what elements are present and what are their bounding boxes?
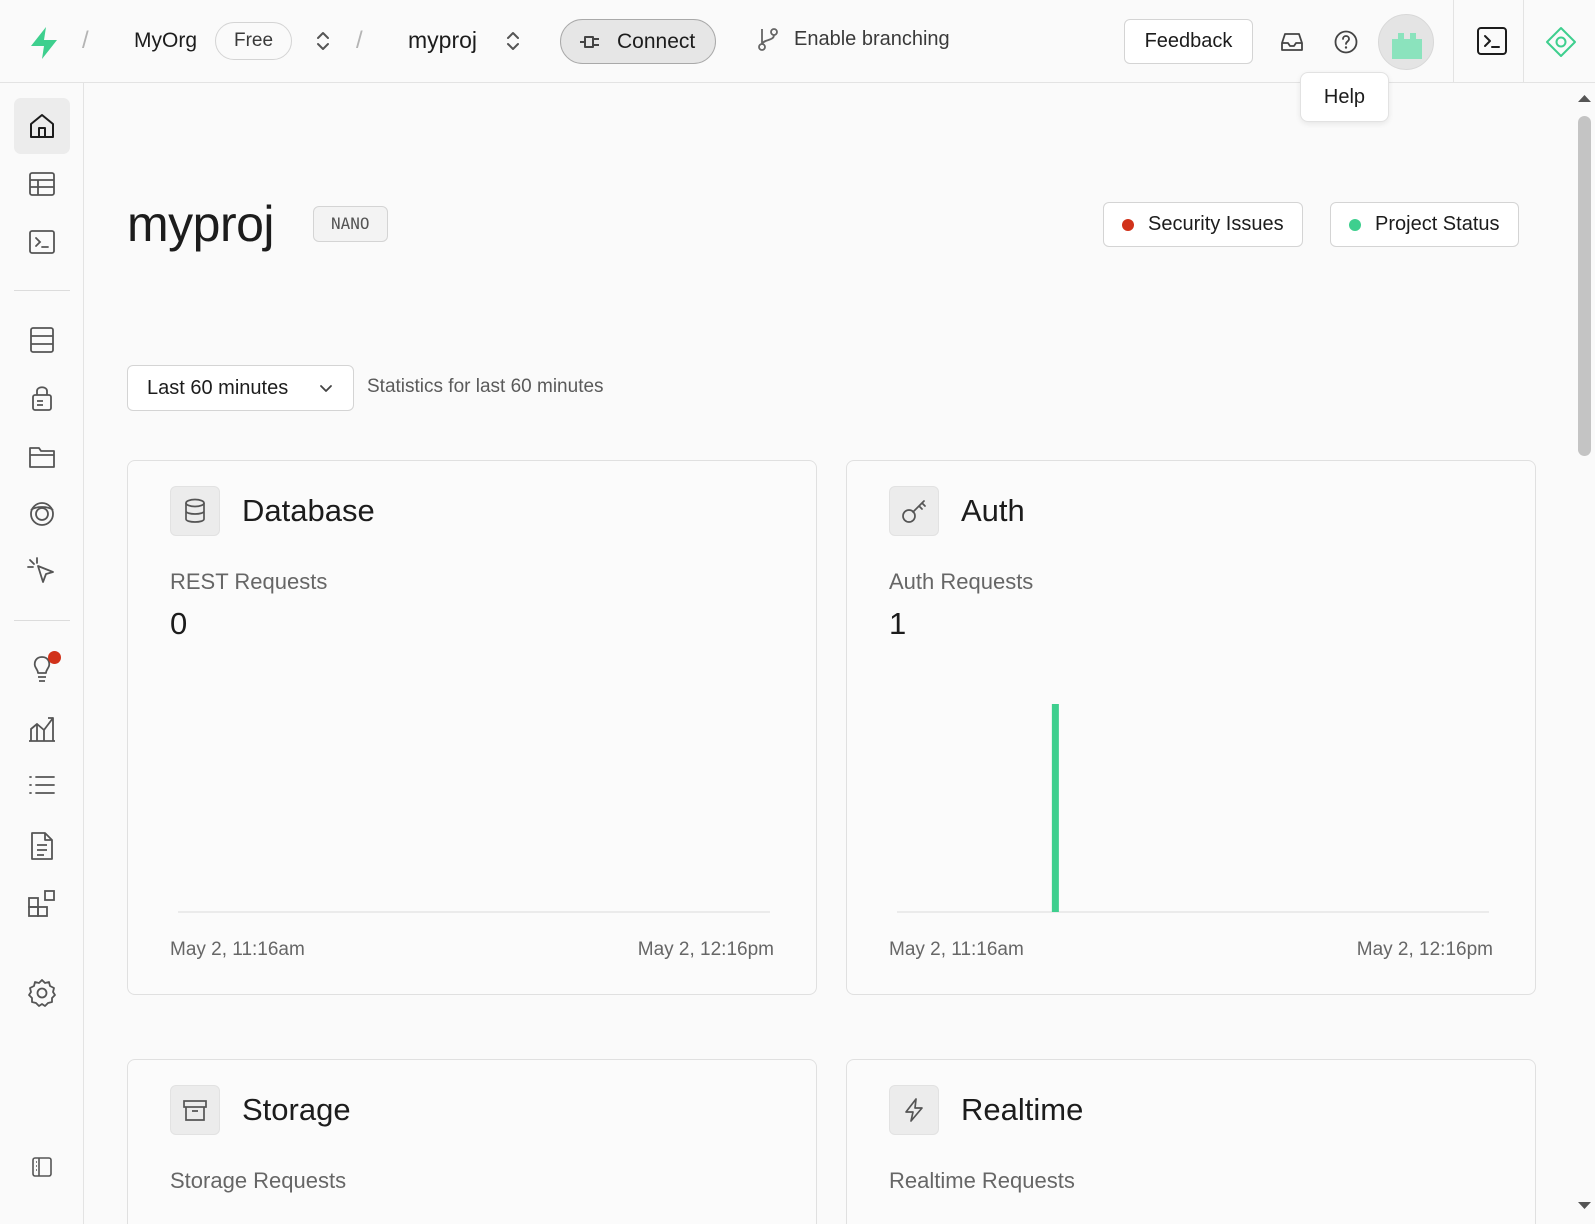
sidebar: [0, 83, 84, 1224]
scroll-thumb[interactable]: [1578, 116, 1591, 456]
storage-icon: [27, 441, 57, 471]
sidebar-item-storage[interactable]: [14, 428, 70, 484]
storage-card[interactable]: Storage Storage Requests: [127, 1059, 817, 1224]
metric-value: 0: [170, 606, 188, 641]
plug-icon: [579, 32, 605, 52]
metric-label: Auth Requests: [889, 569, 1034, 594]
metric-value: 1: [889, 606, 907, 641]
storage-box-icon: [170, 1085, 220, 1135]
home-icon: [27, 111, 57, 141]
connect-label: Connect: [617, 29, 696, 53]
plan-badge: Free: [215, 22, 293, 60]
range-caption: Statistics for last 60 minutes: [367, 376, 604, 397]
inbox-icon[interactable]: [1277, 27, 1307, 57]
sidebar-item-home[interactable]: [14, 98, 70, 154]
scroll-up-icon[interactable]: [1574, 91, 1595, 105]
key-icon: [889, 486, 939, 536]
compute-tier-badge: NANO: [313, 206, 388, 242]
project-name[interactable]: myproj: [408, 27, 477, 54]
supabase-logo[interactable]: [26, 25, 62, 61]
project-status-button[interactable]: Project Status: [1330, 202, 1519, 247]
sidebar-item-reports[interactable]: [14, 700, 70, 756]
org-name[interactable]: MyOrg: [134, 29, 197, 53]
bolt-icon: [889, 1085, 939, 1135]
axis-start-label: May 2, 11:16am: [170, 939, 305, 960]
card-title: Database: [242, 493, 375, 528]
sidebar-item-settings[interactable]: [14, 965, 70, 1021]
metric-label: Storage Requests: [170, 1168, 347, 1193]
project-status-dot: [1349, 218, 1361, 231]
feedback-button[interactable]: Feedback: [1124, 19, 1253, 64]
org-switcher-icon[interactable]: [313, 28, 333, 54]
sidebar-item-auth[interactable]: [14, 370, 70, 426]
axis-end-label: May 2, 12:16pm: [1356, 939, 1493, 960]
sidebar-item-api-docs[interactable]: [14, 818, 70, 874]
auth-card[interactable]: Auth Auth Requests 1 May 2, 11:16am May …: [846, 460, 1536, 995]
scroll-down-icon[interactable]: [1574, 1199, 1595, 1213]
sidebar-item-collapse[interactable]: [14, 1139, 70, 1195]
sql-editor-icon: [27, 227, 57, 257]
security-issues-label: Security Issues: [1148, 213, 1284, 235]
avatar[interactable]: [1378, 14, 1434, 70]
project-switcher-icon[interactable]: [503, 28, 523, 54]
sidebar-item-sql-editor[interactable]: [14, 214, 70, 270]
breadcrumb-separator: /: [82, 27, 89, 54]
sidebar-divider: [14, 620, 70, 621]
notification-dot: [48, 651, 61, 664]
branching-label: Enable branching: [794, 27, 950, 50]
help-icon[interactable]: [1331, 27, 1361, 57]
database-card[interactable]: Database REST Requests 0 May 2, 11:16am …: [127, 460, 817, 995]
axis-end-label: May 2, 12:16pm: [637, 939, 774, 960]
axis-start-label: May 2, 11:16am: [889, 939, 1024, 960]
main-scrollbar[interactable]: [1574, 83, 1595, 1224]
table-editor-icon: [27, 169, 57, 199]
sidebar-item-realtime[interactable]: [14, 486, 70, 542]
header-divider: [1523, 0, 1524, 83]
reports-icon: [26, 712, 58, 744]
sidebar-item-logs[interactable]: [14, 758, 70, 814]
integrations-icon: [26, 888, 58, 920]
sidebar-divider: [14, 290, 70, 291]
auth-requests-chart[interactable]: [897, 696, 1489, 914]
assistant-icon[interactable]: [1544, 25, 1578, 59]
time-range-value: Last 60 minutes: [147, 376, 289, 399]
metric-label: Realtime Requests: [889, 1168, 1075, 1193]
terminal-icon[interactable]: [1475, 24, 1509, 58]
realtime-card[interactable]: Realtime Realtime Requests: [846, 1059, 1536, 1224]
breadcrumb-separator: /: [356, 27, 363, 54]
chart-bar[interactable]: [1051, 704, 1059, 912]
collapse-sidebar-icon: [30, 1155, 54, 1179]
branch-icon: [756, 26, 780, 52]
settings-icon: [26, 977, 58, 1009]
sidebar-item-integrations[interactable]: [14, 876, 70, 932]
enable-branching-button[interactable]: Enable branching: [756, 26, 950, 52]
auth-lock-icon: [27, 383, 57, 413]
logs-icon: [26, 770, 58, 802]
connect-button[interactable]: Connect: [560, 19, 716, 64]
database-icon: [27, 325, 57, 355]
database-icon: [170, 486, 220, 536]
sidebar-item-advisors[interactable]: [14, 641, 70, 697]
page-title: myproj: [127, 196, 275, 252]
project-status-label: Project Status: [1375, 213, 1500, 235]
card-title: Auth: [961, 493, 1025, 528]
security-issues-button[interactable]: Security Issues: [1103, 202, 1303, 247]
main-content: myproj NANO Security Issues Project Stat…: [84, 83, 1574, 1224]
header-divider: [1453, 0, 1454, 83]
api-docs-icon: [27, 830, 57, 862]
metric-label: REST Requests: [170, 569, 328, 594]
sidebar-item-table-editor[interactable]: [14, 156, 70, 212]
card-title: Storage: [242, 1092, 351, 1127]
edge-functions-icon: [26, 556, 58, 588]
time-range-select[interactable]: Last 60 minutes: [127, 365, 354, 411]
top-bar: / MyOrg Free / myproj Connect Enable bra…: [0, 0, 1595, 122]
card-title: Realtime: [961, 1092, 1084, 1127]
sidebar-item-edge-functions[interactable]: [14, 544, 70, 600]
realtime-icon: [26, 498, 58, 530]
chevron-down-icon: [318, 380, 334, 396]
rest-requests-chart[interactable]: [178, 696, 770, 914]
sidebar-item-database[interactable]: [14, 312, 70, 368]
security-status-dot: [1122, 218, 1134, 231]
